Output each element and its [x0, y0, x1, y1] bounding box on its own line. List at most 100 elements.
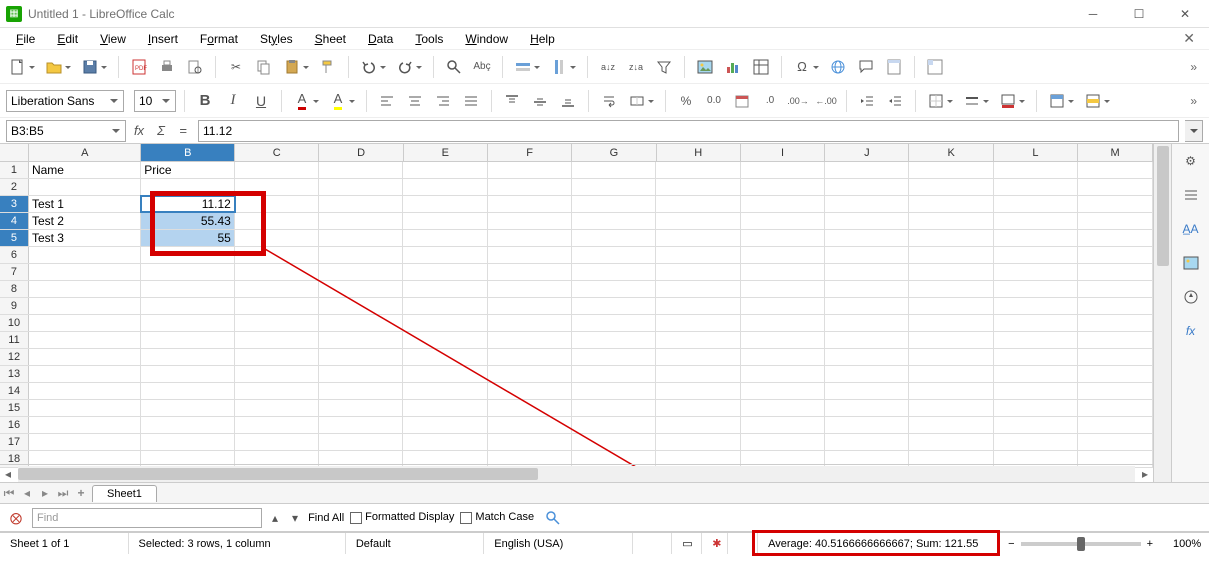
borders-button[interactable] [924, 89, 948, 113]
status-selection-mode[interactable]: ▭ [672, 533, 702, 554]
function-wizard-button[interactable]: fx [128, 120, 150, 142]
cell-F6[interactable] [488, 247, 572, 263]
cell-M11[interactable] [1078, 332, 1153, 348]
cell-G11[interactable] [572, 332, 656, 348]
sidebar-gallery-icon[interactable] [1178, 250, 1204, 276]
row-header-13[interactable]: 13 [0, 366, 29, 382]
new-button[interactable] [6, 55, 30, 79]
cell-D12[interactable] [319, 349, 403, 365]
font-size-combo[interactable]: 10 [134, 90, 176, 112]
border-style-button[interactable] [960, 89, 984, 113]
cell-C4[interactable] [235, 213, 319, 229]
cell-I17[interactable] [741, 434, 825, 450]
cell-E14[interactable] [403, 383, 487, 399]
cell-K15[interactable] [909, 400, 993, 416]
cell-I14[interactable] [741, 383, 825, 399]
toolbar-overflow[interactable]: » [1184, 60, 1203, 74]
cell-I10[interactable] [741, 315, 825, 331]
row-header-3[interactable]: 3 [0, 196, 29, 212]
cell-L1[interactable] [994, 162, 1078, 178]
cell-G5[interactable] [572, 230, 656, 246]
cell-F7[interactable] [488, 264, 572, 280]
cell-E15[interactable] [403, 400, 487, 416]
cell-H6[interactable] [656, 247, 740, 263]
column-header-L[interactable]: L [994, 144, 1078, 161]
cell-G13[interactable] [572, 366, 656, 382]
cell-D1[interactable] [319, 162, 403, 178]
cell-F2[interactable] [488, 179, 572, 195]
cell-I3[interactable] [741, 196, 825, 212]
cell-F14[interactable] [488, 383, 572, 399]
cell-M2[interactable] [1078, 179, 1153, 195]
align-bottom-button[interactable] [556, 89, 580, 113]
cell-F9[interactable] [488, 298, 572, 314]
cell-E7[interactable] [403, 264, 487, 280]
match-case-checkbox[interactable]: Match Case [460, 511, 534, 523]
bold-button[interactable]: B [193, 89, 217, 113]
cell-G16[interactable] [572, 417, 656, 433]
cell-D7[interactable] [319, 264, 403, 280]
cell-I4[interactable] [741, 213, 825, 229]
cell-I13[interactable] [741, 366, 825, 382]
cell-H16[interactable] [656, 417, 740, 433]
status-sheet[interactable]: Sheet 1 of 1 [0, 533, 129, 554]
cell-E11[interactable] [403, 332, 487, 348]
cell-J17[interactable] [825, 434, 909, 450]
column-header-M[interactable]: M [1078, 144, 1153, 161]
autofilter-button[interactable] [652, 55, 676, 79]
menu-edit[interactable]: Edit [47, 30, 88, 48]
cell-F16[interactable] [488, 417, 572, 433]
cell-B14[interactable] [141, 383, 235, 399]
cell-G8[interactable] [572, 281, 656, 297]
tab-add[interactable]: + [72, 486, 90, 500]
pivot-table-button[interactable] [749, 55, 773, 79]
cell-L8[interactable] [994, 281, 1078, 297]
cell-A12[interactable] [29, 349, 141, 365]
cell-L4[interactable] [994, 213, 1078, 229]
cell-E4[interactable] [403, 213, 487, 229]
cell-F12[interactable] [488, 349, 572, 365]
cell-A11[interactable] [29, 332, 141, 348]
cell-F1[interactable] [488, 162, 572, 178]
cell-B6[interactable] [141, 247, 235, 263]
cell-G15[interactable] [572, 400, 656, 416]
cell-B3[interactable]: 11.12 [141, 196, 235, 212]
align-middle-button[interactable] [528, 89, 552, 113]
formula-input[interactable]: 11.12 [198, 120, 1179, 142]
cell-E9[interactable] [403, 298, 487, 314]
cell-K2[interactable] [909, 179, 993, 195]
conditional-format-button[interactable] [1081, 89, 1105, 113]
cell-M8[interactable] [1078, 281, 1153, 297]
currency-button[interactable]: % [674, 89, 698, 113]
cell-K13[interactable] [909, 366, 993, 382]
close-window-button[interactable]: ✕ [1171, 4, 1199, 24]
cell-M7[interactable] [1078, 264, 1153, 280]
minimize-button[interactable]: ─ [1079, 4, 1107, 24]
export-pdf-button[interactable]: PDF [127, 55, 151, 79]
add-decimal-button[interactable]: .00→ [786, 89, 810, 113]
sidebar-properties-icon[interactable] [1178, 182, 1204, 208]
cell-K5[interactable] [909, 230, 993, 246]
cell-B16[interactable] [141, 417, 235, 433]
cell-J4[interactable] [825, 213, 909, 229]
cell-H9[interactable] [656, 298, 740, 314]
name-box[interactable]: B3:B5 [6, 120, 126, 142]
hyperlink-button[interactable] [826, 55, 850, 79]
cell-B13[interactable] [141, 366, 235, 382]
cell-L15[interactable] [994, 400, 1078, 416]
cell-D2[interactable] [319, 179, 403, 195]
cell-F17[interactable] [488, 434, 572, 450]
sidebar-styles-icon[interactable]: A̲A [1178, 216, 1204, 242]
cell-A14[interactable] [29, 383, 141, 399]
cell-H4[interactable] [656, 213, 740, 229]
cell-H8[interactable] [656, 281, 740, 297]
spellcheck-button[interactable]: Abç [470, 55, 494, 79]
cell-G4[interactable] [572, 213, 656, 229]
formatted-display-checkbox[interactable]: Formatted Display [350, 511, 454, 523]
cell-K12[interactable] [909, 349, 993, 365]
cell-G9[interactable] [572, 298, 656, 314]
cell-D13[interactable] [319, 366, 403, 382]
cell-A2[interactable] [29, 179, 141, 195]
cell-F8[interactable] [488, 281, 572, 297]
insert-image-button[interactable] [693, 55, 717, 79]
